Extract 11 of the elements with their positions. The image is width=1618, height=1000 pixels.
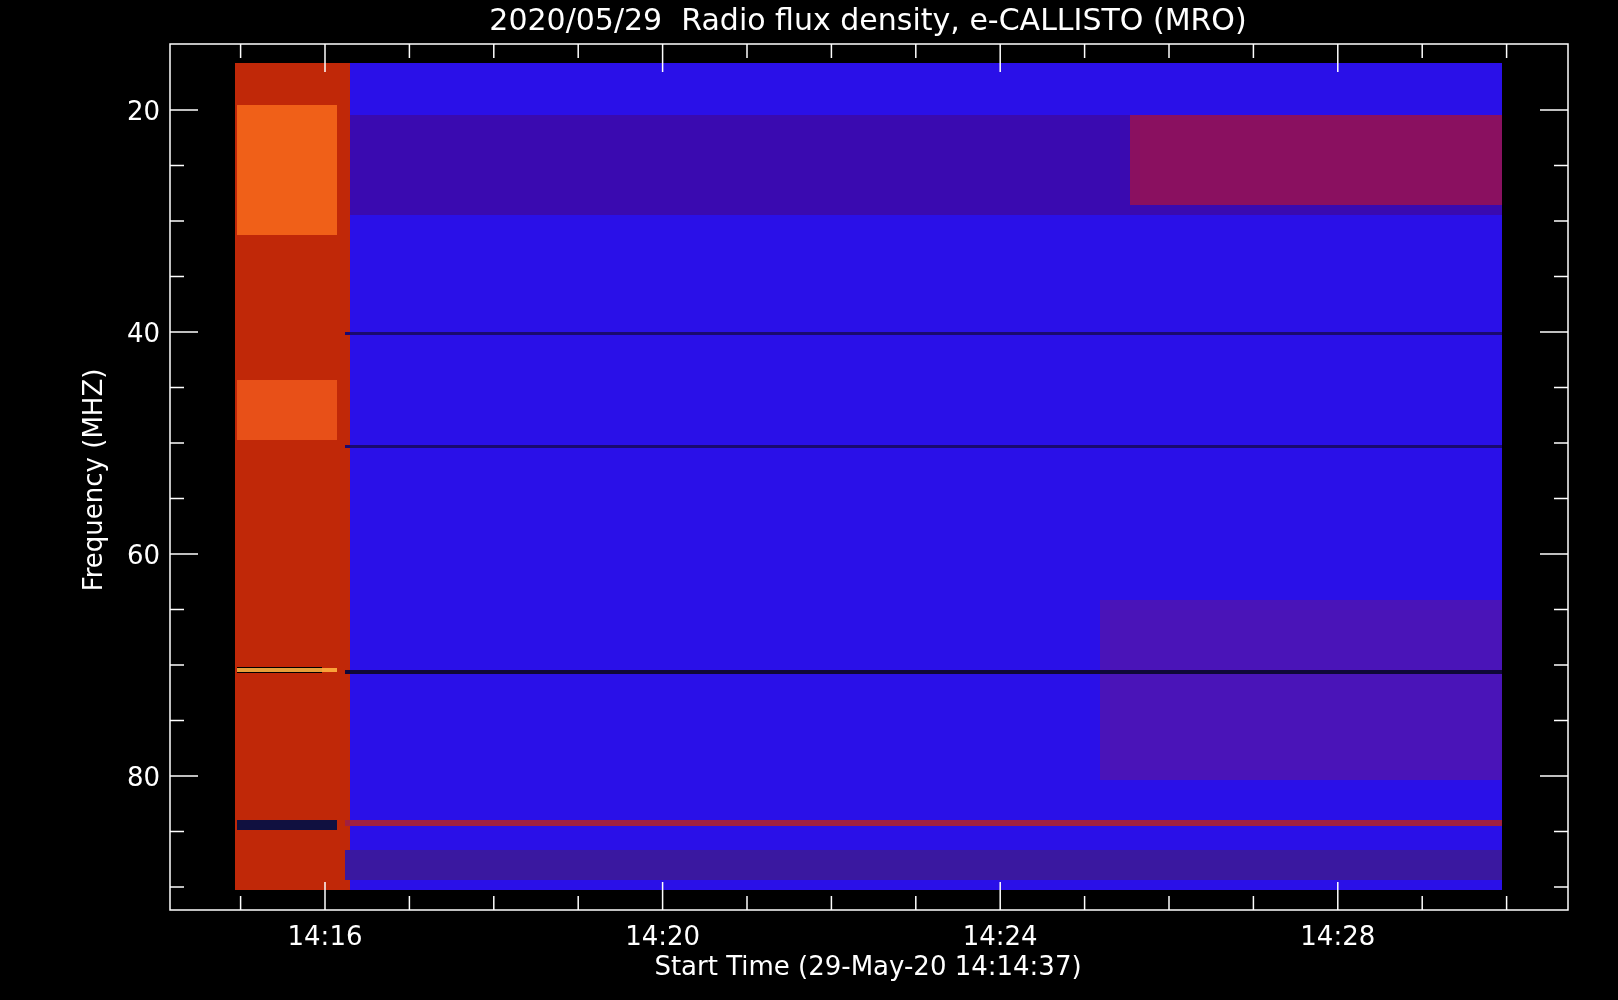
- chart-title: 2020/05/29 Radio flux density, e-CALLISTO (MRO): [489, 2, 1247, 37]
- x-tick-label: 14:20: [625, 921, 701, 951]
- y-tick-label: 80: [126, 762, 160, 792]
- x-tick-label: 14:16: [287, 921, 363, 951]
- x-tick-label: 14:28: [1300, 921, 1376, 951]
- x-tick-label: 14:24: [962, 921, 1038, 951]
- y-axis-label: Frequency (MHZ): [78, 368, 108, 592]
- y-tick-label: 60: [126, 540, 160, 570]
- x-axis-label: Start Time (29-May-20 14:14:37): [654, 951, 1082, 981]
- y-tick-label: 40: [126, 318, 160, 348]
- y-tick-label: 20: [126, 96, 160, 126]
